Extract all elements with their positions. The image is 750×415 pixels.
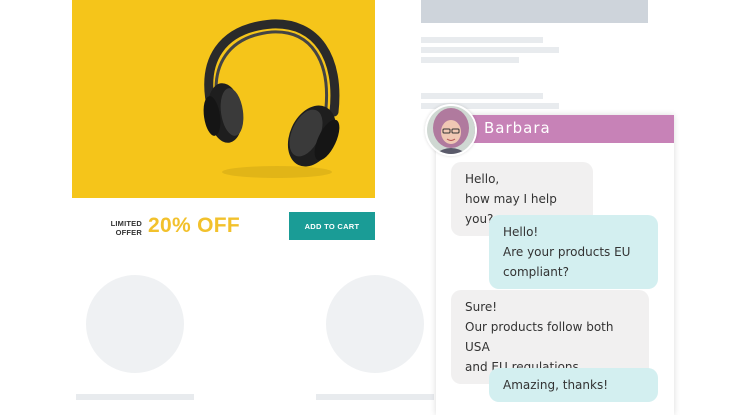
user-message: Amazing, thanks! [489, 368, 658, 402]
product-image [72, 0, 375, 198]
limited-offer-label: LIMITED OFFER [110, 219, 142, 237]
discount-label: 20% OFF [148, 214, 240, 237]
placeholder-line [421, 57, 519, 63]
placeholder-line [76, 394, 194, 400]
placeholder-line [421, 93, 543, 99]
agent-avatar [425, 104, 477, 156]
placeholder-image-block [421, 0, 648, 23]
placeholder-circle [86, 275, 184, 373]
placeholder-circle [326, 275, 424, 373]
placeholder-line [316, 394, 434, 400]
headphones-icon [203, 19, 340, 178]
agent-name: Barbara [484, 119, 551, 137]
add-to-cart-button[interactable]: ADD TO CART [289, 212, 375, 240]
avatar-image [427, 106, 475, 154]
user-message: Hello! Are your products EU compliant? [489, 215, 658, 289]
placeholder-line [421, 47, 559, 53]
placeholder-line [421, 37, 543, 43]
